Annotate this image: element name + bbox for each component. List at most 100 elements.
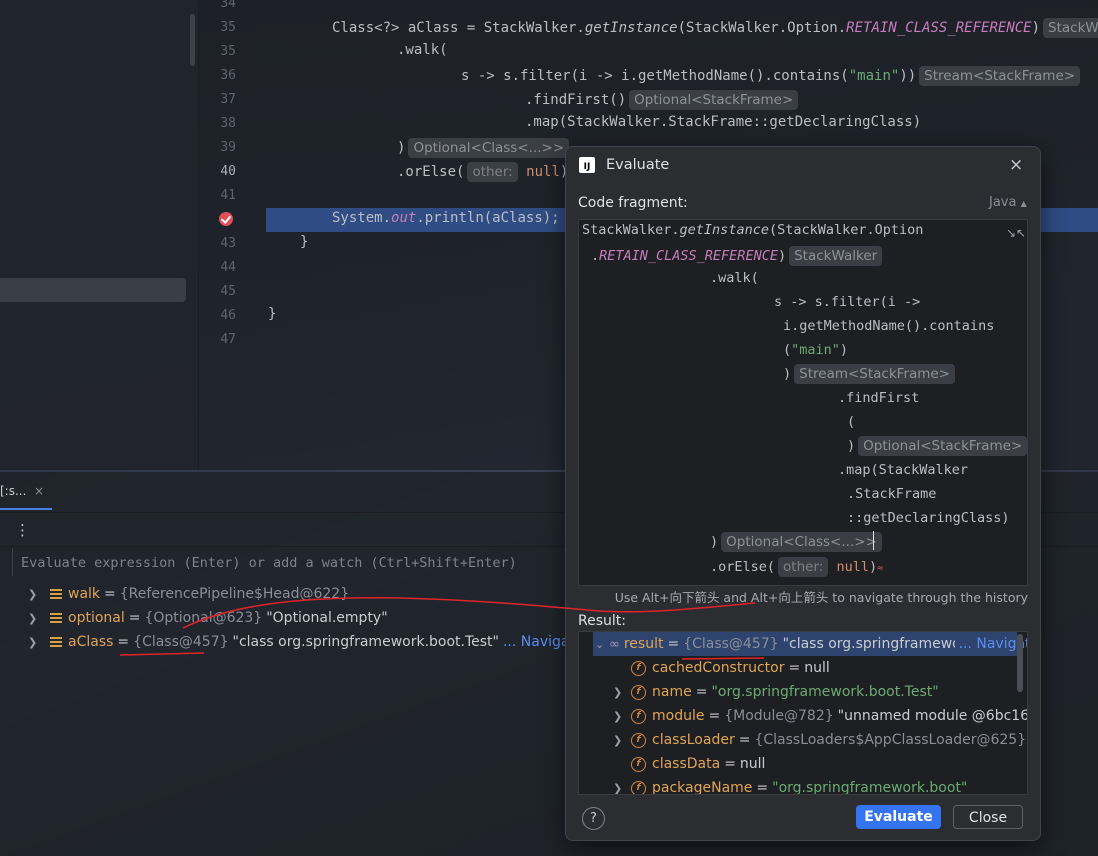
inlay-type-hint: Stream<StackFrame> [919, 66, 1081, 86]
result-row[interactable]: ❯ f name = "org.springframework.boot.Test" [613, 680, 939, 704]
result-row[interactable]: f classData = null [631, 752, 765, 776]
inlay-type-hint: StackWalker [789, 246, 883, 266]
fragment-line: i.getMethodName().contains [783, 318, 995, 334]
line-number: 35 [220, 44, 236, 59]
variable-row-optional[interactable]: ❯ optional = {Optional@623} "Optional.empty… [0, 606, 388, 630]
line-number: 43 [220, 236, 236, 251]
code-line-34[interactable]: Class<?> aClass = StackWalker.getInstanc… [332, 18, 1098, 38]
debug-session-tab[interactable]: [:s... [0, 484, 26, 498]
inlay-type-hint: Optional<StackFrame> [629, 90, 799, 110]
code-fragment-label: Code fragment: [578, 195, 688, 211]
close-icon[interactable]: × [1009, 155, 1023, 175]
inlay-param-hint: other: [467, 162, 518, 182]
result-tree[interactable]: ⌄ ∞ result = {Class@457} "class org.springf… [578, 631, 1028, 795]
result-row[interactable]: ❯ f module = {Module@782} "unnamed module @… [613, 704, 1027, 728]
field-icon: f [631, 684, 646, 700]
code-line-36[interactable]: s -> s.filter(i -> i.getMethodName().con… [461, 66, 1081, 86]
chevron-right-icon[interactable]: ❯ [28, 588, 40, 601]
intellij-logo-icon: IJ [579, 157, 595, 173]
line-number: 46 [220, 308, 236, 323]
inlay-type-hint: Optional<Class<...>> [721, 532, 882, 552]
evaluate-dialog: IJ Evaluate × Code fragment: Java ▲ ↘↖ S… [565, 146, 1041, 841]
fragment-line: ) Optional<Class<...>> [710, 532, 882, 552]
chevron-right-icon[interactable]: ❯ [613, 734, 631, 747]
fragment-line: .StackFrame [847, 486, 937, 502]
line-number: 47 [220, 332, 236, 347]
fragment-line: .walk( [710, 270, 759, 286]
field-icon: f [631, 780, 646, 794]
fragment-line: ( [847, 414, 856, 430]
inlay-type-hint: Stream<StackFrame> [794, 364, 956, 384]
line-number: 35 [220, 20, 236, 35]
line-number: 41 [220, 188, 236, 203]
fragment-line: ("main") [783, 342, 849, 358]
inlay-param-hint: other: [778, 557, 829, 577]
field-icon [50, 637, 62, 647]
result-label: Result: [578, 613, 626, 629]
tab-active-indicator [0, 508, 52, 510]
collapse-icon[interactable]: ↘↖ [1006, 226, 1026, 240]
result-row[interactable]: ❯ f packageName = "org.springframework.boo… [613, 776, 967, 795]
fragment-line: s -> s.filter(i -> [774, 294, 921, 310]
fragment-line: .map(StackWalker [838, 462, 969, 478]
field-icon: f [631, 756, 646, 772]
code-line-40[interactable]: .orElse(other: null); [397, 162, 577, 182]
code-line-42[interactable]: System.out.println(aClass); [332, 210, 560, 226]
field-icon: f [631, 732, 646, 748]
code-line-37[interactable]: .findFirst() Optional<StackFrame> [525, 90, 799, 110]
fragment-line: .orElse(other: null)≈ [710, 557, 884, 577]
chevron-right-icon[interactable]: ❯ [613, 782, 631, 795]
field-icon [50, 613, 62, 623]
inlay-type-hint: StackWalker [1043, 18, 1098, 38]
inlay-type-hint: Optional<StackFrame> [858, 436, 1028, 456]
field-icon: f [631, 660, 646, 676]
project-scrollbar[interactable] [190, 14, 195, 66]
result-row[interactable]: f cachedConstructor = null [631, 656, 830, 680]
inlay-type-hint: Optional<Class<...>> [408, 138, 570, 158]
chevron-right-icon[interactable]: ❯ [28, 636, 40, 649]
variable-row-aclass[interactable]: ❯ aClass = {Class@457} "class org.springfra… [0, 630, 584, 654]
code-line-43[interactable]: } [300, 234, 308, 250]
evaluate-button[interactable]: Evaluate [856, 805, 941, 829]
line-number: 45 [220, 284, 236, 299]
project-selected-row[interactable] [0, 278, 186, 302]
code-fragment-editor[interactable]: ↘↖ StackWalker.getInstance(StackWalker.O… [578, 219, 1028, 586]
language-selector[interactable]: Java ▲ [989, 195, 1027, 210]
history-hint: Use Alt+向下箭头 and Alt+向上箭头 to navigate th… [614, 590, 1028, 605]
field-icon [50, 589, 62, 599]
fragment-line: StackWalker.getInstance(StackWalker.Opti… [582, 222, 924, 238]
tab-close-icon[interactable]: × [34, 484, 44, 498]
help-icon[interactable]: ? [582, 807, 605, 830]
line-number: 38 [220, 116, 236, 131]
code-line-35[interactable]: .walk( [397, 42, 448, 58]
line-number: 34 [220, 0, 236, 11]
fragment-line: ) Stream<StackFrame> [783, 364, 956, 384]
code-line-46[interactable]: } [268, 306, 276, 322]
field-icon: f [631, 708, 646, 724]
code-line-39[interactable]: ) Optional<Class<...>> [397, 138, 570, 158]
evaluate-expression-field[interactable] [13, 548, 623, 578]
chevron-down-icon[interactable]: ⌄ [595, 638, 609, 651]
line-number: 36 [220, 68, 236, 83]
result-scrollbar[interactable] [1017, 634, 1023, 692]
project-panel [0, 0, 199, 470]
fragment-line: .findFirst [838, 390, 920, 406]
watch-expression-input[interactable] [12, 548, 623, 578]
variable-row-walk[interactable]: ❯ walk = {ReferencePipeline$Head@622} [0, 582, 349, 606]
result-row[interactable]: ⌄ ∞ result = {Class@457} "class org.springf… [595, 632, 1027, 656]
breakpoint-icon[interactable] [219, 212, 233, 226]
line-number: 39 [220, 140, 236, 155]
close-button[interactable]: Close [953, 805, 1023, 829]
chevron-right-icon[interactable]: ❯ [28, 612, 40, 625]
chevron-right-icon[interactable]: ❯ [613, 710, 631, 723]
fragment-line: .RETAIN_CLASS_REFERENCE) StackWalker [591, 246, 883, 266]
text-caret [873, 531, 874, 550]
error-squiggle: ≈ [877, 563, 884, 574]
watch-icon: ∞ [609, 636, 620, 652]
more-options-icon[interactable]: ⋮ [15, 521, 30, 539]
code-line-38[interactable]: .map(StackWalker.StackFrame::getDeclarin… [525, 114, 921, 130]
result-row[interactable]: ❯ f classLoader = {ClassLoaders$AppClassLo… [613, 728, 1026, 752]
chevron-right-icon[interactable]: ❯ [613, 686, 631, 699]
fragment-line: ::getDeclaringClass) [847, 510, 1010, 526]
line-number: 37 [220, 92, 236, 107]
